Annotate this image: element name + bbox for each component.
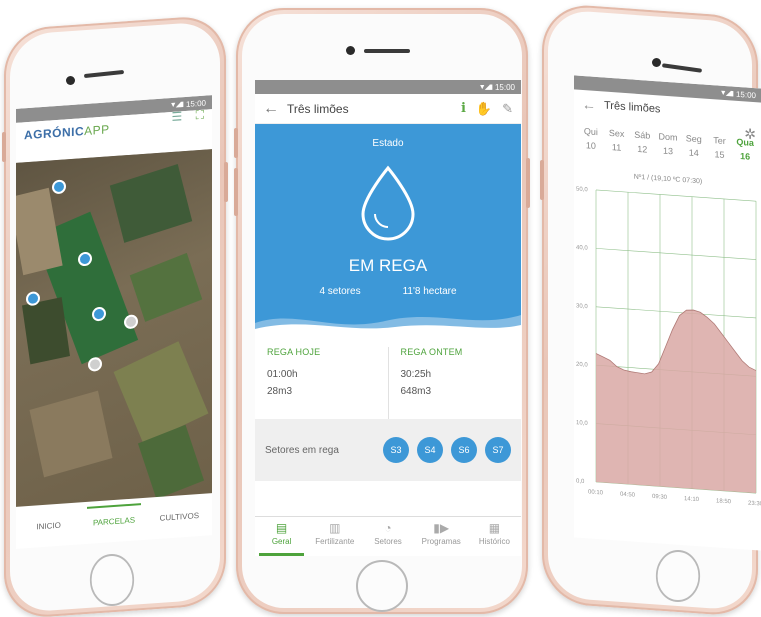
rega-ontem-volume: 648m3 bbox=[400, 386, 432, 397]
bottom-nav: ▤ Geral ▥ Fertilizante ◔ Setores ▮▶ Prog… bbox=[255, 516, 521, 556]
signal-icon: ▼◢▮ bbox=[478, 84, 493, 91]
y-tick-label: 20,0 bbox=[576, 362, 588, 369]
signal-icon: ▼◢▮ bbox=[169, 101, 183, 110]
sector-chip[interactable]: S6 bbox=[451, 437, 477, 463]
rega-ontem-time: 30:25h bbox=[400, 369, 432, 380]
sector-chip[interactable]: S4 bbox=[417, 437, 443, 463]
page-title: Três limões bbox=[287, 101, 349, 116]
wave-decoration bbox=[255, 315, 521, 333]
hand-icon[interactable]: ✋ bbox=[476, 101, 492, 117]
satellite-map[interactable] bbox=[16, 149, 212, 523]
page-title: Três limões bbox=[604, 99, 661, 116]
home-button[interactable] bbox=[356, 560, 408, 612]
status-time: 15:00 bbox=[735, 89, 756, 100]
center-phone: ▼◢▮ 15:00 ← Três limões i ✋ ✎ Estado EM … bbox=[234, 8, 530, 614]
fertilizer-icon: ▥ bbox=[329, 521, 341, 535]
area-value: 11'8 hectare bbox=[402, 286, 457, 297]
tab-geral[interactable]: ▤ Geral bbox=[255, 517, 308, 556]
front-camera bbox=[652, 58, 661, 67]
y-tick-label: 50,0 bbox=[576, 187, 588, 194]
list-icon[interactable]: ☰ bbox=[171, 109, 182, 124]
status-label: Estado bbox=[372, 138, 404, 149]
tab-historico[interactable]: ▦ Histórico bbox=[468, 517, 521, 556]
day-item[interactable]: Seg 14 bbox=[681, 125, 707, 175]
y-tick-label: 40,0 bbox=[576, 245, 588, 252]
status-panel: Estado EM REGA 4 setores 11'8 hectare bbox=[255, 124, 521, 333]
sectors-icon: ◔ bbox=[384, 521, 392, 535]
y-tick-label: 30,0 bbox=[576, 303, 588, 310]
day-item[interactable]: Sex 11 bbox=[604, 120, 630, 170]
left-phone: ▼◢▮ 15:00 AGRÓNICAPP ☰ ⛶ INICIO PARCELAS… bbox=[2, 14, 228, 617]
rega-hoje-heading: REGA HOJE bbox=[267, 347, 321, 357]
sector-chip[interactable]: S3 bbox=[383, 437, 409, 463]
right-phone: ▼◢▮ 15:00 ← Três limões ✲ Qui 10 Sex 11 Sá… bbox=[540, 2, 761, 617]
temperature-chart: Nº1 / (19,10 ºC 07:30) 0,0 10,0 20,0 30,0 40… bbox=[574, 165, 761, 528]
speaker-grille bbox=[364, 49, 410, 53]
day-item[interactable]: Dom 13 bbox=[655, 123, 681, 173]
y-tick-label: 0,0 bbox=[576, 479, 585, 486]
signal-icon: ▼◢▮ bbox=[719, 89, 733, 98]
logo-suffix: APP bbox=[84, 122, 110, 139]
tab-fertilizante[interactable]: ▥ Fertilizante bbox=[308, 517, 361, 556]
back-arrow-icon[interactable]: ← bbox=[263, 100, 287, 118]
grid-line-h bbox=[596, 248, 756, 260]
tab-setores[interactable]: ◔ Setores bbox=[361, 517, 414, 556]
status-time: 15:00 bbox=[494, 82, 515, 92]
info-icon[interactable]: i bbox=[461, 101, 466, 116]
grid-line-h bbox=[596, 306, 756, 319]
irrigation-summary: REGA HOJE 01:00h 28m3 REGA ONTEM 30:25h … bbox=[255, 333, 521, 419]
tab-inicio[interactable]: INICIO bbox=[16, 511, 81, 541]
back-arrow-icon[interactable]: ← bbox=[582, 96, 596, 113]
active-sectors: Setores em rega S3 S4 S6 S7 bbox=[255, 419, 521, 481]
gear-icon[interactable]: ✲ bbox=[744, 125, 756, 143]
rega-ontem: REGA ONTEM 30:25h 648m3 bbox=[387, 347, 522, 419]
tab-parcelas[interactable]: PARCELAS bbox=[81, 506, 146, 536]
temperature-area bbox=[596, 310, 756, 494]
top-bar: ← Três limões i ✋ ✎ bbox=[255, 94, 521, 124]
water-drop-icon bbox=[361, 165, 415, 241]
tab-cultivos[interactable]: CULTIVOS bbox=[147, 502, 212, 532]
sectors-label: Setores em rega bbox=[265, 444, 339, 456]
day-item[interactable]: Ter 15 bbox=[707, 127, 733, 177]
x-tick-label: 23:30 bbox=[748, 501, 761, 508]
irrigation-state: EM REGA bbox=[348, 256, 428, 275]
home-button[interactable] bbox=[655, 550, 701, 602]
status-bar: ▼◢▮ 15:00 bbox=[255, 80, 521, 94]
rega-hoje-volume: 28m3 bbox=[267, 386, 293, 397]
grid-line-h bbox=[596, 189, 756, 202]
x-tick-label: 04:50 bbox=[620, 492, 636, 499]
sectors-count: 4 setores bbox=[319, 286, 361, 297]
play-icon: ▮▶ bbox=[433, 521, 450, 535]
rega-hoje: REGA HOJE 01:00h 28m3 bbox=[255, 347, 388, 419]
sector-chip[interactable]: S7 bbox=[485, 437, 511, 463]
y-tick-label: 10,0 bbox=[576, 420, 588, 427]
chart-svg: 0,0 10,0 20,0 30,0 40,0 50,0 00:10 04:50 09:30 14… bbox=[576, 187, 761, 508]
dashboard-icon: ▤ bbox=[275, 521, 288, 535]
pencil-icon[interactable]: ✎ bbox=[502, 101, 513, 117]
home-button[interactable] bbox=[89, 554, 135, 606]
rega-hoje-time: 01:00h bbox=[267, 369, 298, 380]
x-tick-label: 09:30 bbox=[652, 494, 668, 501]
x-tick-label: 14:10 bbox=[684, 496, 700, 503]
map-icon[interactable]: ⛶ bbox=[196, 108, 204, 123]
tab-programas[interactable]: ▮▶ Programas bbox=[415, 517, 468, 556]
front-camera bbox=[66, 76, 75, 85]
front-camera bbox=[346, 46, 355, 55]
day-item[interactable]: Sáb 12 bbox=[629, 121, 655, 171]
rega-ontem-heading: REGA ONTEM bbox=[400, 347, 463, 357]
day-item[interactable]: Qui 10 bbox=[578, 118, 604, 168]
calendar-icon: ▦ bbox=[488, 521, 501, 535]
x-tick-label: 18:50 bbox=[716, 498, 732, 505]
x-tick-label: 00:10 bbox=[588, 489, 604, 496]
